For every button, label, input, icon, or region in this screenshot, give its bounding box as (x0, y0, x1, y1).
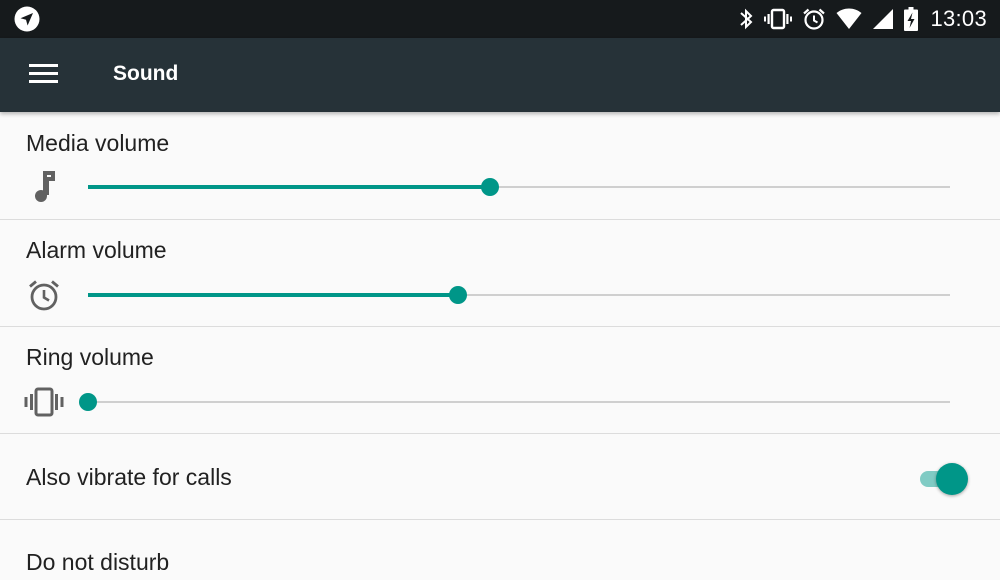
media-volume-row: Media volume (0, 112, 1000, 220)
navigation-icon (14, 6, 40, 32)
status-bar: 13:03 (0, 0, 1000, 38)
do-not-disturb-row[interactable]: Do not disturb (0, 520, 1000, 580)
battery-charging-icon (904, 7, 919, 31)
alarm-volume-label: Alarm volume (26, 237, 167, 263)
vibrate-for-calls-label: Also vibrate for calls (26, 464, 232, 490)
wifi-icon (836, 8, 862, 30)
alarm-volume-slider[interactable] (88, 283, 950, 307)
menu-icon[interactable] (29, 64, 59, 86)
slider-fill (88, 185, 490, 189)
signal-icon (872, 8, 894, 30)
vibrate-for-calls-row[interactable]: Also vibrate for calls (0, 434, 1000, 520)
media-volume-label: Media volume (26, 130, 170, 156)
slider-thumb[interactable] (79, 393, 97, 411)
vibrate-icon (764, 7, 793, 31)
status-time: 13:03 (930, 6, 987, 31)
slider-track (88, 401, 950, 403)
bluetooth-icon (738, 7, 754, 31)
alarm-volume-row: Alarm volume (0, 220, 1000, 327)
slider-thumb[interactable] (480, 178, 499, 196)
vibrate-for-calls-toggle[interactable] (918, 462, 970, 496)
ring-volume-slider[interactable] (79, 390, 950, 414)
status-icons: 13:03 (738, 0, 1000, 38)
settings-list: Media volume Alarm volume Ring volume Al… (0, 112, 1000, 575)
alarm-icon (24, 275, 64, 315)
music-note-icon (24, 167, 64, 207)
app-bar: Sound (0, 38, 1000, 112)
vibrate-icon (24, 382, 64, 422)
media-volume-slider[interactable] (88, 175, 950, 199)
slider-thumb[interactable] (448, 286, 467, 304)
alarm-icon (802, 7, 826, 31)
ring-volume-row: Ring volume (0, 327, 1000, 434)
toggle-thumb[interactable] (936, 463, 968, 495)
slider-fill (88, 293, 458, 297)
ring-volume-label: Ring volume (26, 344, 154, 370)
page-title: Sound (113, 62, 179, 85)
